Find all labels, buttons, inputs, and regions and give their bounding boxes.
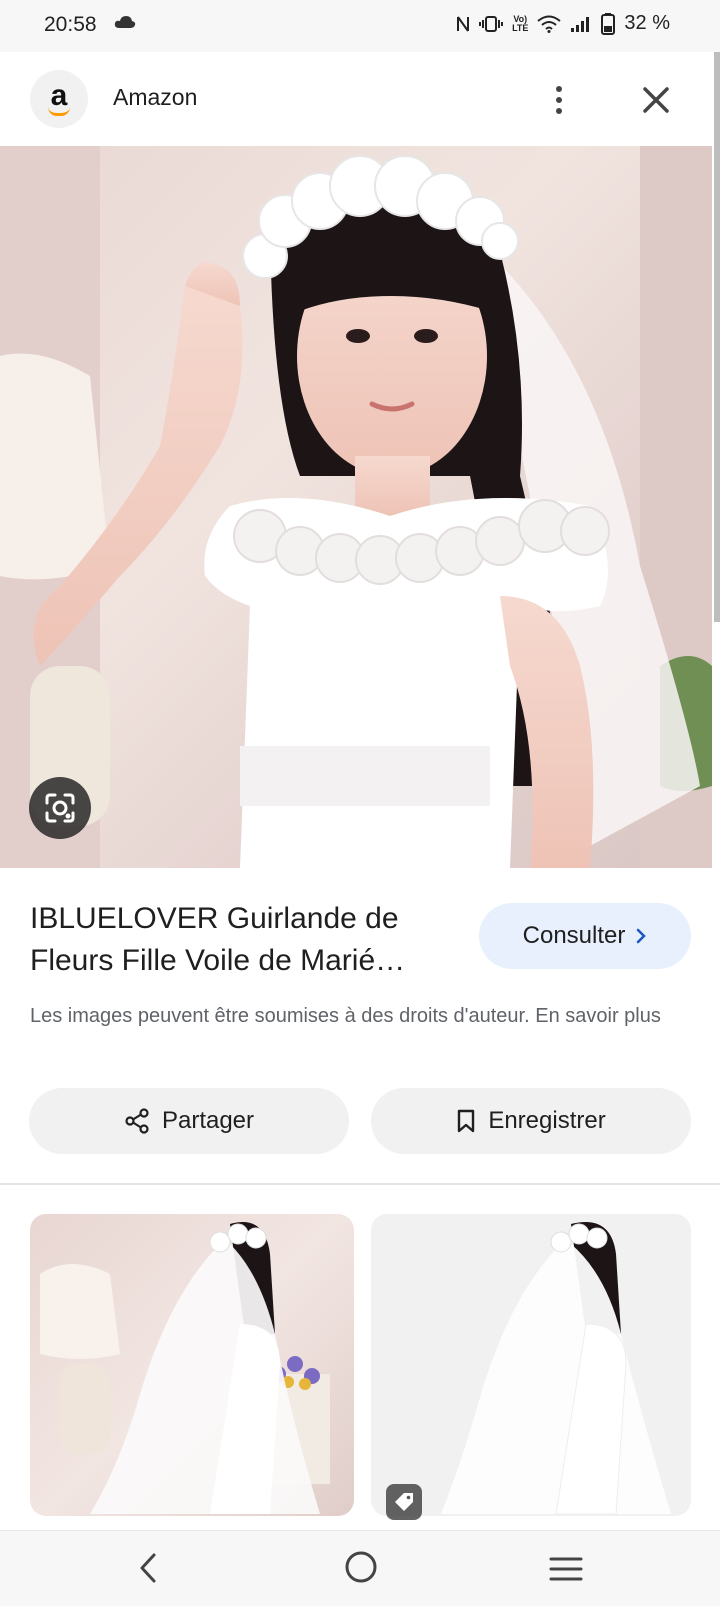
close-icon [643, 87, 669, 113]
more-options-button[interactable] [542, 80, 576, 120]
visit-button[interactable]: Consulter [479, 903, 691, 969]
system-nav-bar [0, 1530, 720, 1606]
signal-icon [570, 15, 592, 33]
amazon-logo-letter: a [50, 78, 68, 112]
site-name[interactable]: Amazon [113, 84, 197, 111]
volte-icon: Vo) LTE [512, 13, 529, 33]
product-photo [0, 146, 712, 868]
nav-recents-button[interactable] [548, 1555, 584, 1588]
bookmark-icon [458, 1109, 475, 1133]
lens-header: a Amazon [0, 52, 720, 146]
amazon-smile-icon [48, 107, 70, 116]
site-logo[interactable]: a [30, 70, 88, 128]
status-time: 20:58 [44, 13, 97, 36]
back-icon [140, 1553, 156, 1583]
home-icon [345, 1551, 377, 1583]
copyright-notice: Les images peuvent être soumises à des d… [30, 1001, 690, 1031]
recents-icon [549, 1557, 583, 1581]
cloud-icon [114, 15, 136, 34]
nav-back-button[interactable] [136, 1551, 162, 1590]
share-icon [125, 1108, 149, 1134]
related-image-1 [40, 1222, 330, 1514]
wifi-icon [537, 15, 562, 33]
scrollbar[interactable] [714, 52, 720, 622]
result-title[interactable]: IBLUELOVER Guirlande de Fleurs Fille Voi… [30, 898, 450, 982]
copyright-text: Les images peuvent être soumises à des d… [30, 1005, 530, 1027]
main-product-image[interactable] [0, 146, 712, 868]
related-result-2[interactable] [371, 1214, 691, 1516]
save-button[interactable]: Enregistrer [371, 1088, 691, 1154]
share-label: Partager [161, 1107, 255, 1134]
status-icons: Vo) LTE 32 % [456, 12, 670, 35]
battery-icon [601, 12, 616, 35]
dot-icon [556, 97, 562, 103]
nfc-icon [456, 15, 470, 33]
learn-more-link[interactable]: En savoir plus [535, 1005, 661, 1027]
price-tag-icon [386, 1484, 422, 1520]
vibrate-icon [479, 15, 504, 33]
lens-search-button[interactable] [29, 777, 91, 839]
dot-icon [556, 108, 562, 114]
dot-icon [556, 86, 562, 92]
related-result-1[interactable] [30, 1214, 354, 1516]
nav-home-button[interactable] [344, 1550, 378, 1589]
lens-icon [45, 793, 75, 823]
share-button[interactable]: Partager [29, 1088, 349, 1154]
chevron-right-icon [637, 928, 647, 944]
save-label: Enregistrer [488, 1107, 606, 1134]
related-image-2 [441, 1222, 671, 1515]
visit-label: Consulter [522, 922, 626, 949]
close-button[interactable] [638, 82, 674, 118]
battery-percent: 32 % [624, 12, 670, 34]
status-bar: 20:58 Vo) LTE 32 % [0, 0, 720, 52]
section-divider [0, 1183, 720, 1185]
